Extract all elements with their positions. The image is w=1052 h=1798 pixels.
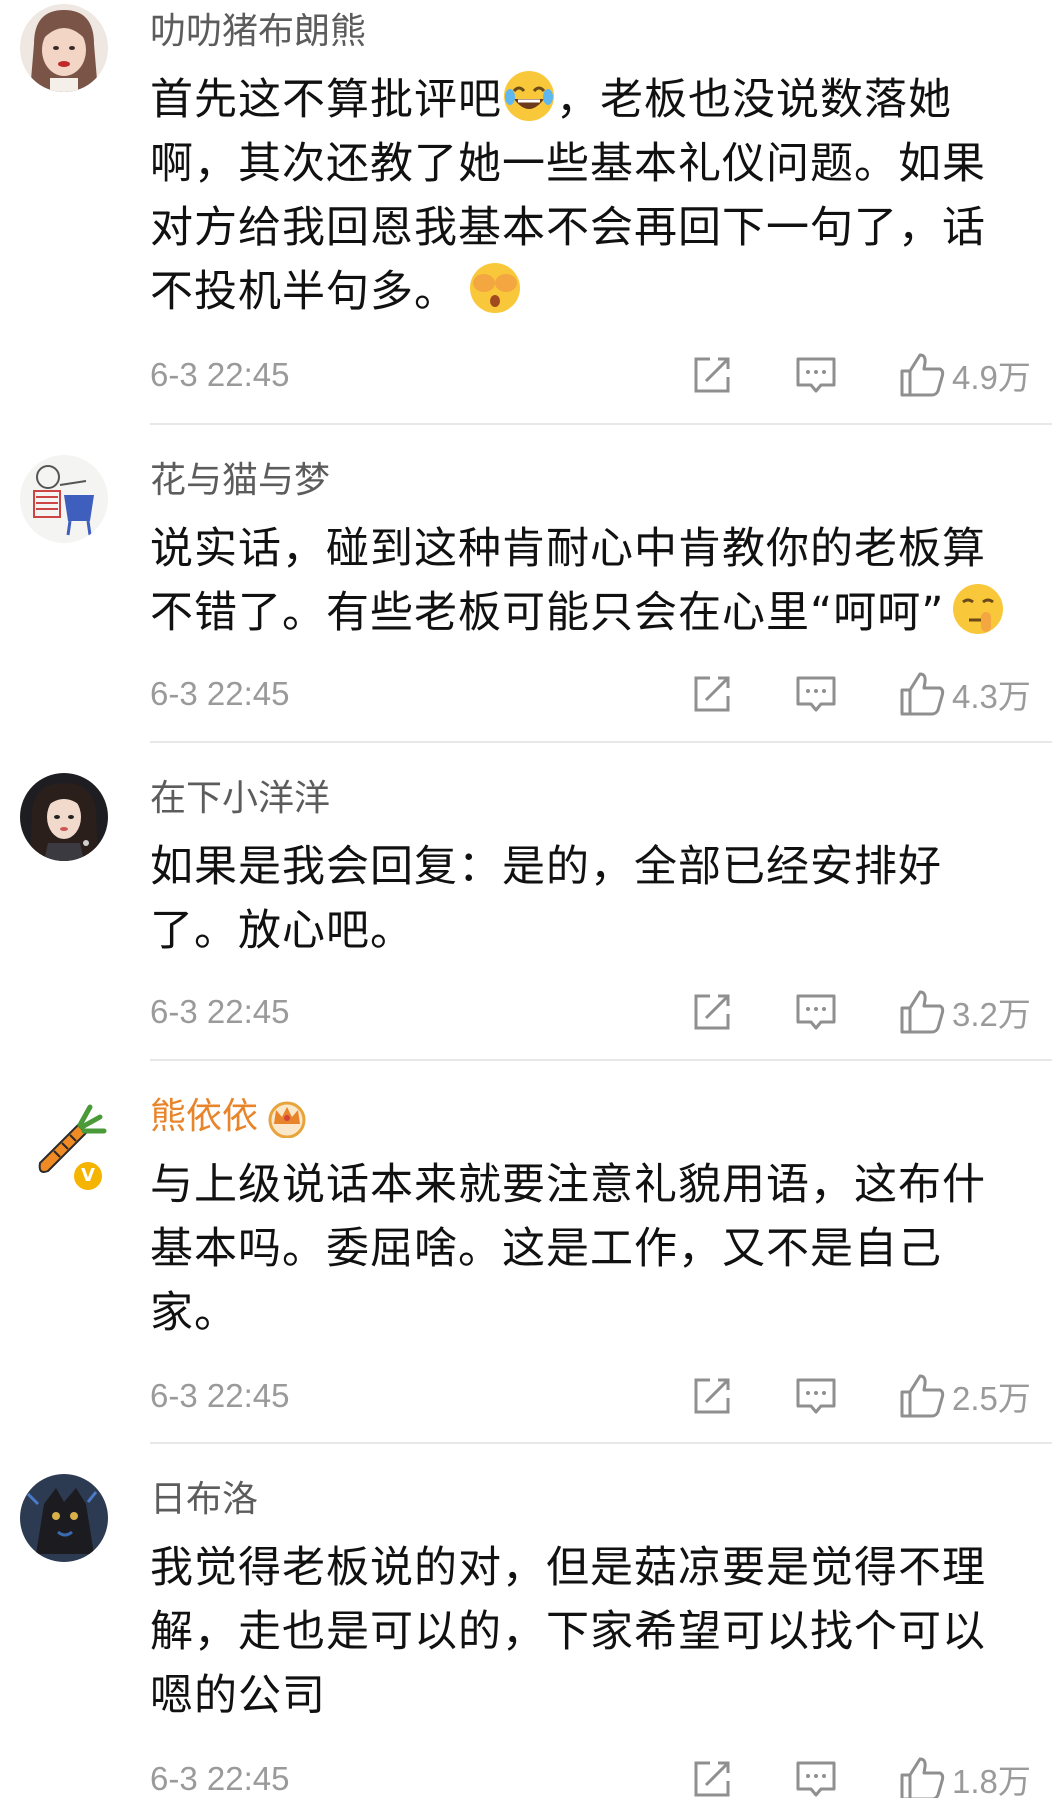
avatar[interactable] [20, 1474, 108, 1562]
like-count: 4.9万 [952, 359, 1031, 396]
timestamp: 6-3 22:45 [150, 356, 290, 393]
like-count: 1.8万 [952, 1763, 1031, 1798]
thumbs-up-icon[interactable] [898, 351, 946, 399]
action-bar: 3.2万 [690, 987, 1040, 1037]
comment-text: 我觉得老板说的对，但是菇凉要是觉得不理解，走也是可以的，下家希望可以找个可以嗯的… [150, 1536, 1020, 1728]
comment-text-part: 我觉得老板说的对，但是菇凉要是觉得不理解，走也是可以的，下家希望可以找个可以嗯的… [150, 1543, 986, 1721]
share-icon[interactable] [690, 1374, 734, 1418]
comment-icon[interactable] [794, 672, 838, 716]
share-icon[interactable] [690, 1757, 734, 1798]
thumbs-up-icon[interactable] [898, 1372, 946, 1420]
action-bar: 4.3万 [690, 669, 1040, 719]
like-count: 2.5万 [952, 1380, 1031, 1417]
like-count: 4.3万 [952, 678, 1031, 715]
share-icon[interactable] [690, 990, 734, 1034]
username[interactable]: 熊依依 [150, 1091, 310, 1143]
comment-item: 日布洛 我觉得老板说的对，但是菇凉要是觉得不理解，走也是可以的，下家希望可以找个… [0, 1444, 1052, 1798]
thumbs-up-icon[interactable] [898, 670, 946, 718]
comment-text-part: 说实话，碰到这种肯耐心中肯教你的老板算不错了。有些老板可能只会在心里“呵呵” [150, 524, 986, 638]
verified-badge: V [71, 1159, 105, 1193]
thumbs-up-icon[interactable] [898, 1755, 946, 1798]
timestamp: 6-3 22:45 [150, 993, 290, 1030]
avatar[interactable] [20, 773, 108, 861]
username[interactable]: 花与猫与梦 [150, 455, 330, 507]
comment-icon[interactable] [794, 1757, 838, 1798]
comment-item: V 熊依依 与上级说话本来就要注意礼貌用语，这布什基本吗。委屈啥。这是工作，又不… [0, 1061, 1052, 1444]
timestamp: 6-3 22:45 [150, 1760, 290, 1797]
action-bar: 1.8万 [690, 1754, 1040, 1798]
action-bar: 4.9万 [690, 350, 1040, 400]
share-icon[interactable] [690, 672, 734, 716]
comment-text: 与上级说话本来就要注意礼貌用语，这布什基本吗。委屈啥。这是工作，又不是自己家。 [150, 1153, 1020, 1345]
comment-icon[interactable] [794, 990, 838, 1034]
like-count: 3.2万 [952, 996, 1031, 1033]
avatar[interactable] [20, 4, 108, 92]
comment-text-part: 首先这不算批评吧 [150, 75, 502, 125]
thumbs-up-icon[interactable] [898, 988, 946, 1036]
username[interactable]: 叻叻猪布朗熊 [150, 6, 366, 58]
crown-icon [264, 1098, 310, 1139]
timestamp: 6-3 22:45 [150, 1377, 290, 1414]
shush-emoji [951, 582, 1005, 636]
share-icon[interactable] [690, 353, 734, 397]
comment-icon[interactable] [794, 1374, 838, 1418]
username-text: 熊依依 [150, 1096, 259, 1137]
comment-item: 在下小洋洋 如果是我会回复：是的，全部已经安排好了。放心吧。 6-3 22:45… [0, 743, 1052, 1061]
avatar[interactable] [20, 455, 108, 543]
laughing-tears-emoji [502, 69, 556, 123]
username[interactable]: 日布洛 [150, 1474, 258, 1526]
comment-text: 首先这不算批评吧 ，老板也没说数落她啊，其次还教了她一些基本礼仪问题。如果对方给我… [150, 68, 1020, 324]
comment-text: 说实话，碰到这种肯耐心中肯教你的老板算不错了。有些老板可能只会在心里“呵呵” [150, 517, 1020, 645]
comment-text-part: 与上级说话本来就要注意礼貌用语，这布什基本吗。委屈啥。这是工作，又不是自己家。 [150, 1160, 986, 1338]
comment-icon[interactable] [794, 353, 838, 397]
comment-feed: 叻叻猪布朗熊 首先这不算批评吧 ，老板也没说数落她啊，其次还教了她一些基本礼仪问题… [0, 0, 1052, 1798]
action-bar: 2.5万 [690, 1371, 1040, 1421]
username[interactable]: 在下小洋洋 [150, 773, 330, 825]
comment-text: 如果是我会回复：是的，全部已经安排好了。放心吧。 [150, 835, 970, 963]
comment-item: 叻叻猪布朗熊 首先这不算批评吧 ，老板也没说数落她啊，其次还教了她一些基本礼仪问题… [0, 0, 1052, 425]
cover-eyes-emoji [468, 261, 522, 315]
timestamp: 6-3 22:45 [150, 675, 290, 712]
comment-text-part: 如果是我会回复：是的，全部已经安排好了。放心吧。 [150, 842, 942, 956]
comment-item: 花与猫与梦 说实话，碰到这种肯耐心中肯教你的老板算不错了。有些老板可能只会在心里… [0, 425, 1052, 743]
